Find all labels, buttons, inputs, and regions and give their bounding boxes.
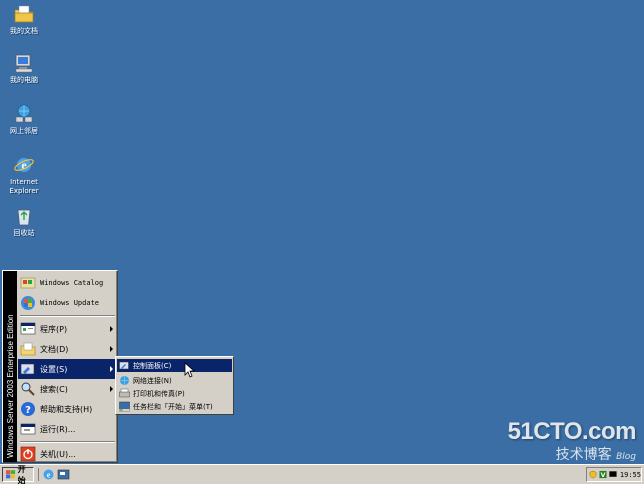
watermark-logo: 51CTO.com: [507, 418, 637, 445]
printer-icon: [119, 388, 130, 398]
ie-icon[interactable]: e: [42, 468, 55, 481]
settings-icon: [20, 363, 35, 375]
settings-submenu: 控制面板(C) 网络连接(N) 打印机和传真(P) 任务栏和「开始」菜单(T): [115, 356, 234, 415]
submenu-arrow: [110, 386, 113, 392]
recycle-bin-icon: [17, 209, 31, 226]
submenu-item-taskbar[interactable]: 任务栏和「开始」菜单(T): [117, 400, 232, 413]
svg-text:?: ?: [25, 405, 31, 416]
menu-item-search[interactable]: 搜索(C): [18, 379, 117, 399]
menu-item-shutdown[interactable]: 关机(U)...: [18, 444, 117, 464]
submenu-arrow: [110, 326, 113, 332]
svg-text:V: V: [601, 472, 606, 479]
programs-icon: [20, 322, 36, 335]
taskbar-icon: [119, 401, 130, 412]
folder-icon: [14, 5, 34, 23]
desktop-icon-internet-explorer[interactable]: e Internet Explorer: [0, 154, 48, 196]
submenu-item-printers[interactable]: 打印机和传真(P): [117, 387, 232, 400]
ie-icon: e: [14, 158, 34, 172]
menu-separator: [20, 441, 115, 443]
desktop-icon-network[interactable]: 网上邻居: [0, 103, 48, 136]
desktop-icon-label: 回收站: [13, 229, 35, 237]
network-connections-icon: [120, 376, 129, 385]
submenu-arrow: [110, 366, 113, 372]
menu-separator: [20, 315, 115, 317]
svg-text:e: e: [47, 471, 51, 480]
menu-item-help[interactable]: ? 帮助和支持(H): [18, 399, 117, 419]
start-button-label: 开始: [17, 464, 26, 484]
network-icon: [15, 104, 33, 123]
desktop-icon-label: Internet Explorer: [9, 178, 39, 195]
desktop-icon-my-documents[interactable]: 我的文档: [0, 3, 48, 36]
show-desktop-icon[interactable]: [57, 468, 70, 481]
monitor-icon[interactable]: [609, 470, 617, 479]
run-icon: [20, 423, 36, 435]
shutdown-icon: [20, 446, 36, 462]
submenu-item-control-panel[interactable]: 控制面板(C): [117, 359, 232, 372]
computer-icon: [15, 54, 33, 73]
watermark: 51CTO.com 技术博客 Blog: [507, 418, 637, 464]
start-menu-banner-text: Windows Server 2003 Enterprise Edition: [6, 314, 15, 458]
catalog-icon: [20, 277, 36, 289]
clock[interactable]: 19:55: [620, 471, 641, 479]
menu-item-run[interactable]: 运行(R)...: [18, 419, 117, 439]
quick-launch: e: [38, 468, 70, 481]
start-button[interactable]: 开始: [2, 464, 34, 484]
desktop-icon-recycle-bin[interactable]: 回收站: [0, 205, 48, 238]
help-icon: ?: [21, 402, 35, 416]
vm-icon[interactable]: V: [599, 470, 607, 479]
update-icon: [21, 296, 35, 310]
windows-flag-icon: [6, 470, 16, 479]
documents-icon: [20, 342, 36, 356]
menu-item-settings[interactable]: 设置(S): [18, 359, 117, 379]
menu-item-windows-update[interactable]: Windows Update: [18, 293, 117, 313]
search-icon: [21, 382, 35, 396]
start-menu: Windows Server 2003 Enterprise Edition W…: [2, 270, 118, 463]
desktop-icon-my-computer[interactable]: 我的电脑: [0, 52, 48, 85]
submenu-item-network-connections[interactable]: 网络连接(N): [117, 374, 232, 387]
menu-item-documents[interactable]: 文档(D): [18, 339, 117, 359]
menu-item-programs[interactable]: 程序(P): [18, 319, 117, 339]
watermark-sub: 技术博客 Blog: [508, 444, 636, 464]
menu-item-windows-catalog[interactable]: Windows Catalog: [18, 273, 117, 293]
submenu-arrow: [110, 346, 113, 352]
taskbar: 开始 e V 19:55: [0, 464, 644, 484]
control-panel-icon: [119, 361, 129, 370]
watermark-blog: Blog: [616, 452, 636, 462]
start-menu-banner: Windows Server 2003 Enterprise Edition: [3, 271, 17, 462]
mouse-cursor-icon: [184, 362, 196, 378]
shield-icon[interactable]: [589, 470, 597, 479]
desktop-icon-label: 我的文档: [10, 27, 38, 35]
desktop-icon-label: 网上邻居: [10, 127, 38, 135]
system-tray: V 19:55: [586, 467, 642, 482]
desktop-icon-label: 我的电脑: [10, 76, 38, 84]
watermark-sub-text: 技术博客: [555, 447, 612, 463]
